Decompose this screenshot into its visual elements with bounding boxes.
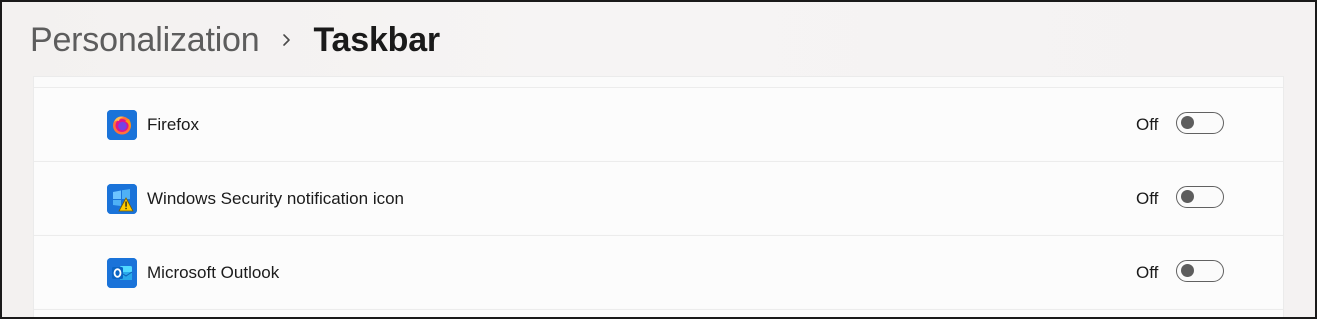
toggle-knob: [1181, 116, 1194, 129]
taskbar-apps-list: Firefox Off Windows Security notificatio: [33, 76, 1284, 317]
toggle-state-label: Off: [1136, 189, 1159, 208]
windows-security-icon: [107, 184, 137, 214]
list-item: Firefox Off: [34, 87, 1283, 160]
windows-security-toggle[interactable]: [1176, 186, 1224, 208]
list-item-partial: [34, 309, 1283, 317]
toggle-state-label: Off: [1136, 263, 1159, 282]
page-title: Taskbar: [313, 20, 440, 59]
breadcrumb-personalization[interactable]: Personalization: [30, 21, 260, 60]
firefox-icon: [107, 110, 137, 140]
app-name: Windows Security notification icon: [147, 189, 405, 208]
app-name: Microsoft Outlook: [147, 263, 280, 282]
list-item: Windows Security notification icon Off: [34, 161, 1283, 234]
chevron-right-icon: [281, 32, 293, 48]
firefox-toggle[interactable]: [1176, 112, 1224, 134]
settings-window: Personalization Taskbar Firefox Off Wind…: [0, 0, 1317, 319]
toggle-state-label: Off: [1136, 115, 1159, 134]
outlook-icon: [107, 258, 137, 288]
toggle-knob: [1181, 190, 1194, 203]
breadcrumb: Personalization Taskbar: [30, 18, 440, 62]
list-item: Microsoft Outlook Off: [34, 235, 1283, 308]
app-name: Firefox: [147, 115, 199, 134]
microsoft-outlook-toggle[interactable]: [1176, 260, 1224, 282]
toggle-knob: [1181, 264, 1194, 277]
